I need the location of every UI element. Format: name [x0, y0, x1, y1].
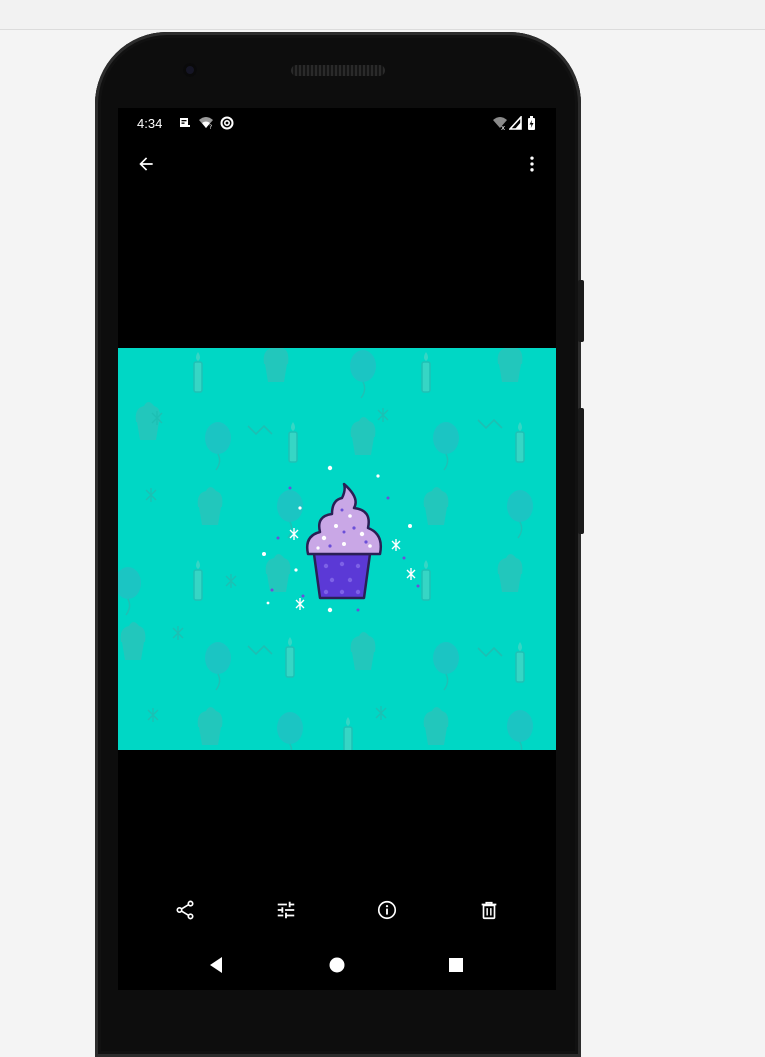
more-vert-icon [530, 156, 534, 172]
earpiece-speaker [291, 65, 385, 76]
share-button[interactable] [170, 895, 200, 925]
info-button[interactable] [372, 895, 402, 925]
viewer-app-bar [118, 144, 556, 184]
status-time: 4:34 [137, 116, 163, 131]
power-button [578, 280, 584, 342]
delete-button[interactable] [474, 895, 504, 925]
svg-text:x: x [501, 124, 505, 130]
wifi-question-icon: ? [199, 117, 213, 130]
nav-home-icon [329, 957, 345, 973]
front-camera [183, 63, 197, 77]
back-button[interactable] [132, 150, 160, 178]
nav-back-icon [210, 957, 222, 973]
wifi-off-icon: x [493, 117, 507, 130]
status-bar: 4:34 ? x [118, 108, 556, 138]
nav-home-button[interactable] [324, 952, 350, 978]
photo-actions-bar [118, 893, 556, 927]
edit-tune-icon [277, 901, 295, 919]
window-top-strip [0, 0, 765, 30]
arrow-back-icon [139, 157, 153, 171]
volume-button [578, 408, 584, 534]
nav-recents-icon [449, 958, 463, 972]
cell-signal-icon [509, 116, 522, 130]
photo-image[interactable] [118, 348, 556, 750]
edit-button[interactable] [271, 895, 301, 925]
system-navigation-bar [118, 948, 556, 980]
battery-charging-icon [528, 116, 535, 130]
delete-icon [481, 901, 497, 920]
info-icon [377, 900, 397, 920]
notification-icon [180, 118, 190, 127]
data-saver-icon [220, 116, 234, 130]
screen: 4:34 ? x [118, 108, 556, 990]
svg-text:?: ? [209, 124, 212, 130]
cupcake-illustration [118, 348, 556, 750]
share-icon [176, 900, 194, 920]
more-options-button[interactable] [518, 150, 546, 178]
nav-recents-button[interactable] [443, 952, 469, 978]
nav-back-button[interactable] [203, 952, 229, 978]
